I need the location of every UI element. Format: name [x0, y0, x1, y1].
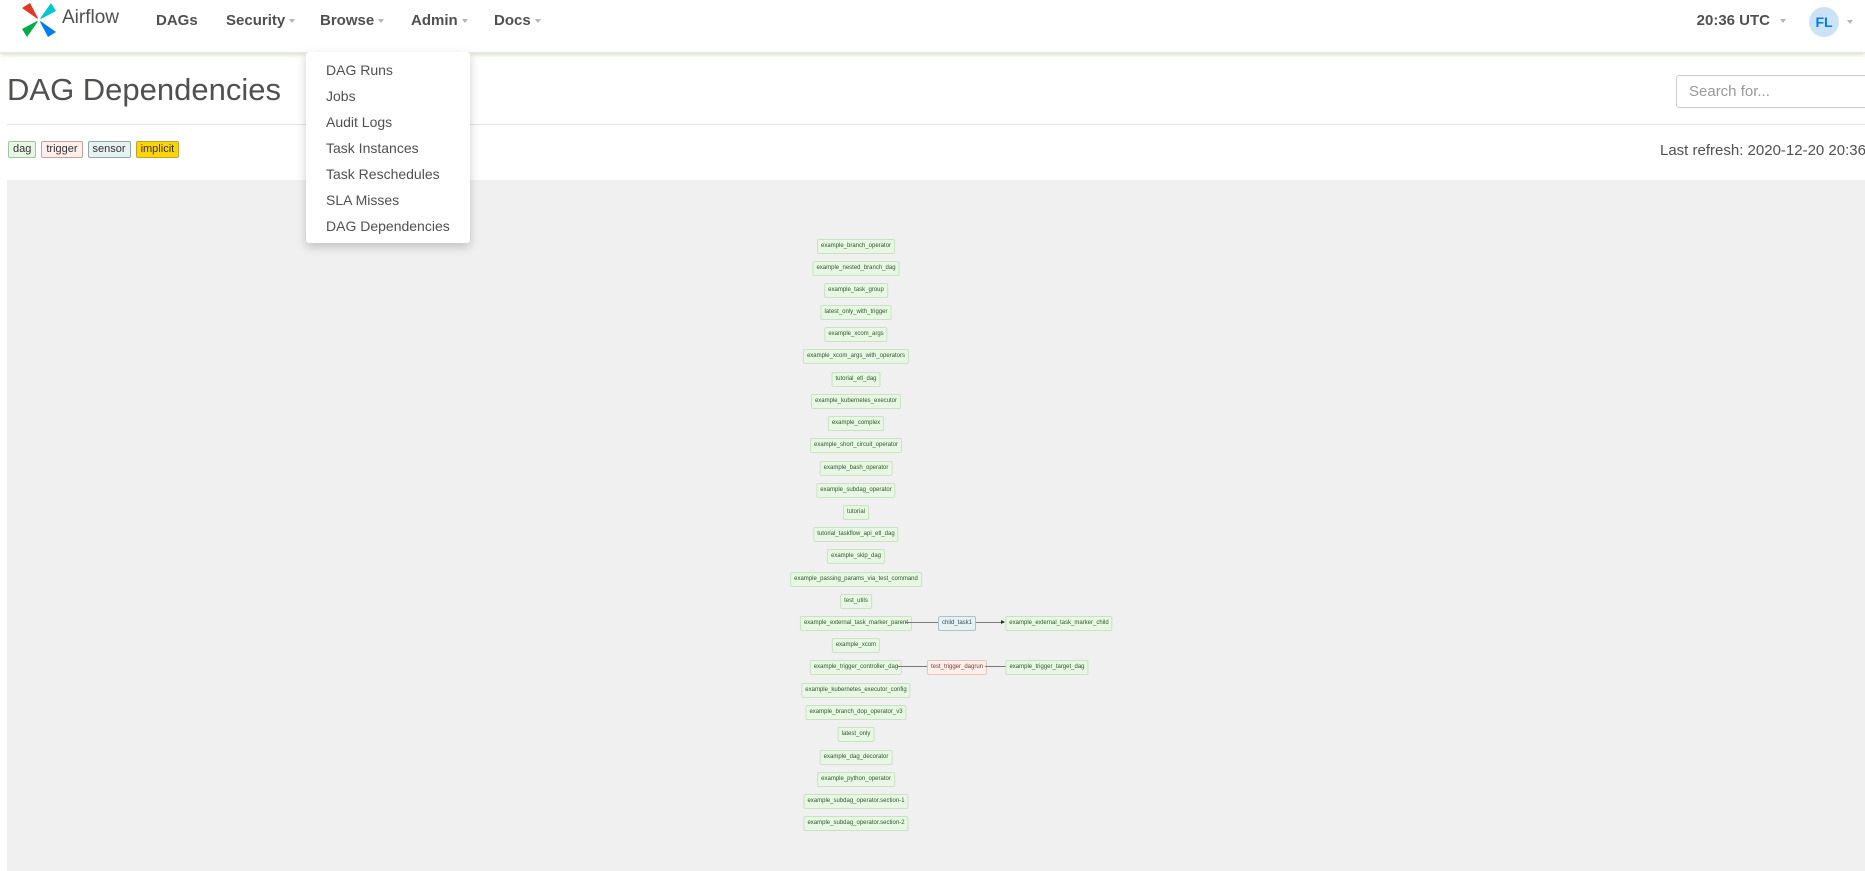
nav-browse[interactable]: Browse — [320, 12, 385, 29]
chevron-down-icon — [1780, 19, 1786, 24]
chevron-down-icon — [378, 19, 385, 24]
dag-node[interactable]: example_branch_dop_operator_v3 — [805, 705, 907, 720]
nav-security[interactable]: Security — [226, 12, 296, 29]
dag-node[interactable]: example_subdag_operator.section-2 — [803, 816, 909, 831]
dag-node[interactable]: example_skip_dag — [826, 549, 886, 564]
browse-dropdown-menu: DAG Runs Jobs Audit Logs Task Instances … — [306, 52, 470, 243]
dag-dependency-graph[interactable]: example_branch_operator example_nested_b… — [7, 180, 1865, 871]
dag-node[interactable]: example_trigger_controller_dag — [809, 660, 903, 675]
header-divider — [7, 124, 1865, 125]
page-title: DAG Dependencies — [7, 72, 281, 107]
dag-node[interactable]: example_subdag_operator.section-1 — [803, 794, 909, 809]
nav-dags[interactable]: DAGs — [156, 12, 198, 29]
nav-browse-label: Browse — [320, 12, 375, 29]
chevron-down-icon — [1847, 20, 1853, 24]
nav-security-label: Security — [226, 12, 286, 29]
dag-node[interactable]: example_short_circuit_operator — [809, 438, 903, 453]
nav-docs[interactable]: Docs — [494, 12, 541, 29]
dag-node[interactable]: tutorial_etl_dag — [831, 372, 881, 387]
last-refresh-text: Last refresh: 2020-12-20 20:36:2 — [1660, 142, 1865, 159]
menu-item-task-instances[interactable]: Task Instances — [306, 135, 470, 161]
dag-node[interactable]: tutorial_taskflow_api_etl_dag — [813, 527, 899, 542]
user-menu[interactable]: FL — [1809, 7, 1853, 37]
dag-node[interactable]: example_trigger_target_dag — [1005, 660, 1089, 675]
dag-node[interactable]: tutorial — [842, 505, 870, 520]
chevron-down-icon — [534, 19, 541, 24]
dag-node[interactable]: example_external_task_marker_parent — [799, 616, 913, 631]
dag-node[interactable]: example_nested_branch_dag — [812, 261, 900, 276]
brand-name: Airflow — [62, 7, 120, 28]
menu-item-task-reschedules[interactable]: Task Reschedules — [306, 161, 470, 187]
node-type-legend: dag trigger sensor implicit — [8, 141, 180, 158]
dag-node[interactable]: example_xcom_args_with_operators — [802, 349, 910, 364]
dag-node[interactable]: latest_only — [837, 727, 875, 742]
dag-node[interactable]: example_task_group — [824, 283, 888, 298]
nav-docs-label: Docs — [494, 12, 531, 29]
nav-dags-label: DAGs — [156, 12, 198, 29]
dag-node[interactable]: example_kubernetes_executor_config — [801, 683, 911, 698]
airflow-logo-icon — [22, 3, 56, 37]
clock-label: 20:36 UTC — [1696, 12, 1770, 29]
top-navbar: Airflow DAGs Security Browse Admin Docs … — [0, 0, 1865, 53]
dag-node[interactable]: example_dag_decorator — [819, 750, 893, 765]
dag-node[interactable]: example_xcom_args — [824, 327, 888, 342]
utc-clock-dropdown[interactable]: 20:36 UTC — [1697, 12, 1786, 29]
dag-node[interactable]: example_complex — [827, 416, 885, 431]
dag-node[interactable]: example_xcom — [831, 638, 881, 653]
chevron-down-icon — [461, 19, 468, 24]
dag-node[interactable]: example_branch_operator — [816, 239, 896, 254]
dag-node[interactable]: example_kubernetes_executor — [810, 394, 902, 409]
menu-item-jobs[interactable]: Jobs — [306, 83, 470, 109]
dag-node[interactable]: example_external_task_marker_child — [1005, 616, 1113, 631]
menu-item-sla-misses[interactable]: SLA Misses — [306, 187, 470, 213]
menu-item-dag-runs[interactable]: DAG Runs — [306, 57, 470, 83]
sensor-node[interactable]: child_task1 — [937, 616, 977, 631]
legend-implicit: implicit — [135, 141, 180, 158]
dag-node[interactable]: example_bash_operator — [819, 461, 893, 476]
dag-node[interactable]: example_passing_params_via_test_command — [790, 572, 922, 587]
legend-sensor: sensor — [87, 141, 131, 158]
chevron-down-icon — [289, 19, 296, 24]
search-input[interactable] — [1676, 75, 1865, 108]
nav-admin[interactable]: Admin — [411, 12, 468, 29]
dag-node[interactable]: example_subdag_operator — [816, 483, 896, 498]
dag-node[interactable]: test_utils — [840, 594, 872, 609]
menu-item-dag-dependencies[interactable]: DAG Dependencies — [306, 213, 470, 239]
menu-item-audit-logs[interactable]: Audit Logs — [306, 109, 470, 135]
airflow-home-link[interactable]: Airflow — [20, 0, 119, 40]
legend-dag: dag — [8, 141, 37, 158]
legend-trigger: trigger — [41, 141, 83, 158]
trigger-node[interactable]: test_trigger_dagrun — [926, 660, 988, 675]
dag-node[interactable]: latest_only_with_trigger — [820, 305, 892, 320]
nav-admin-label: Admin — [411, 12, 458, 29]
avatar: FL — [1809, 7, 1839, 37]
dag-node[interactable]: example_python_operator — [817, 772, 895, 787]
dependency-edge — [976, 620, 1005, 624]
